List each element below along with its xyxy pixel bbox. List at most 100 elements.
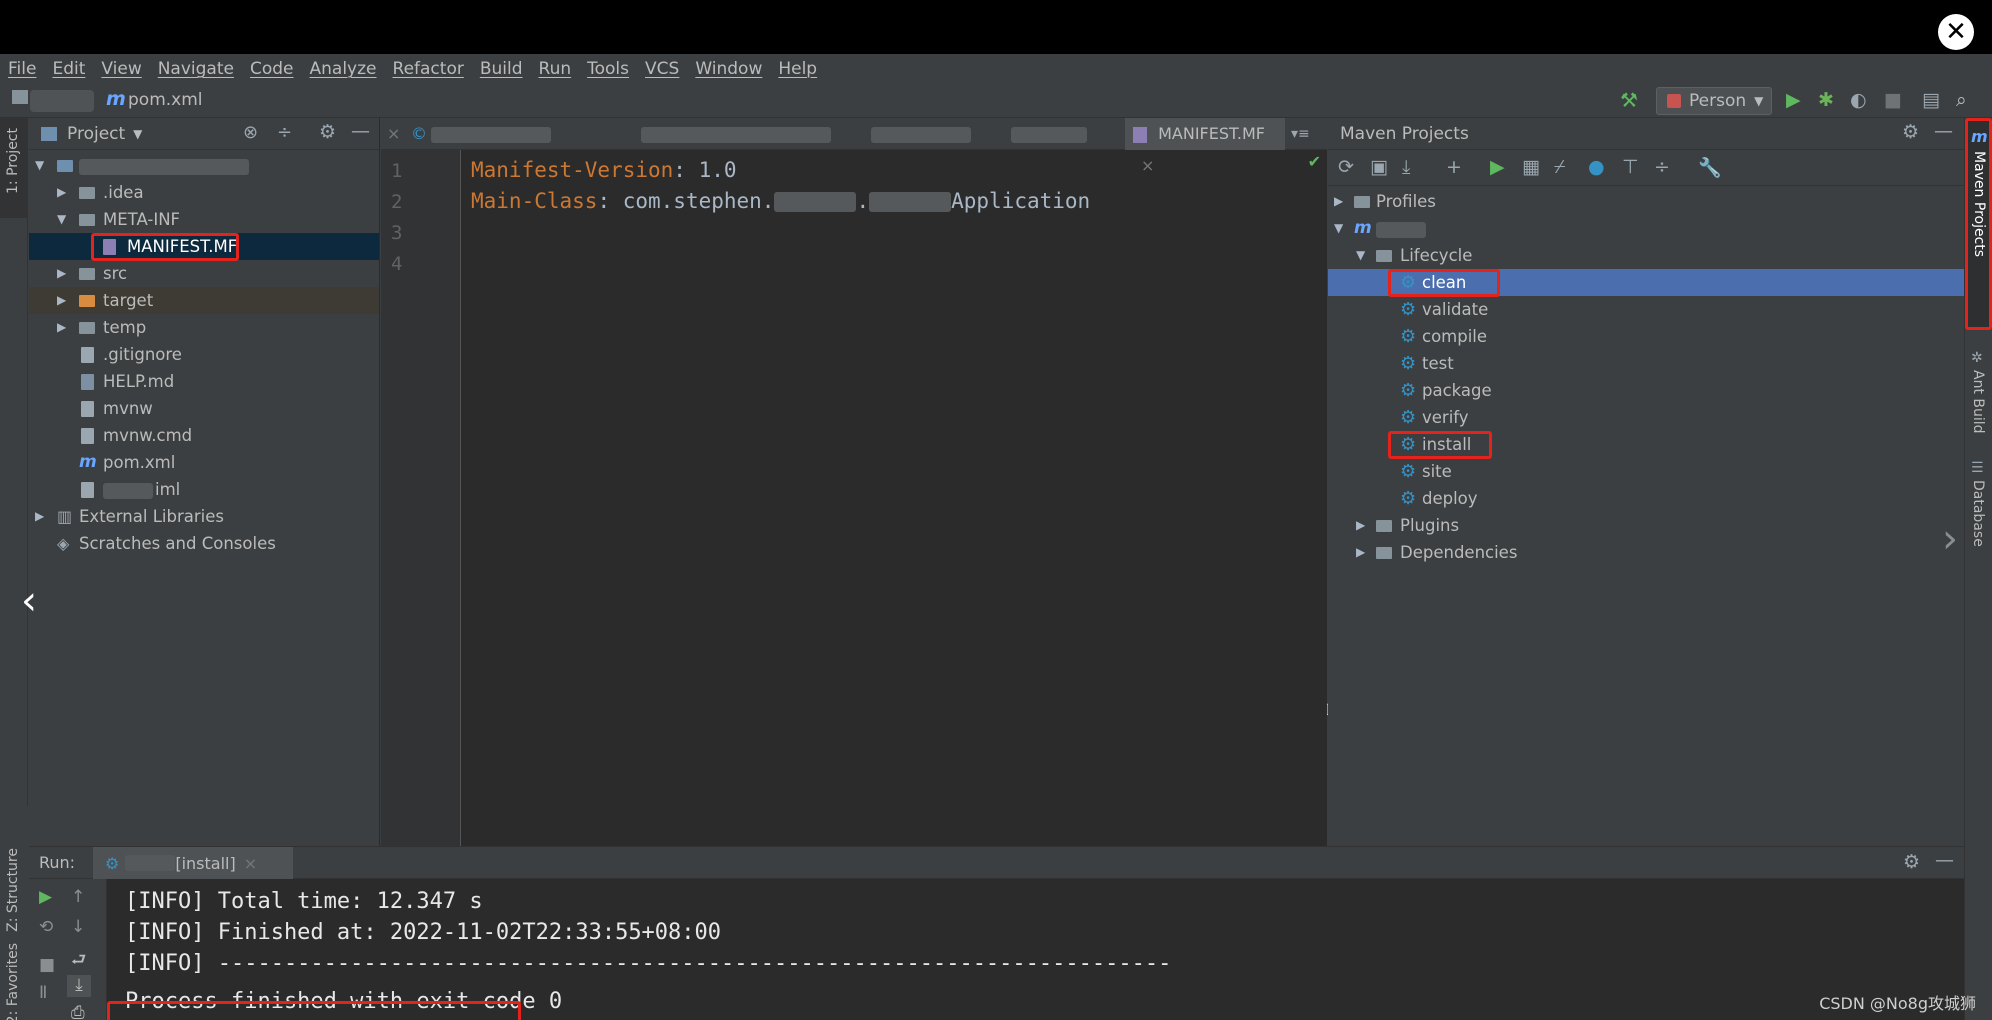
menu-run[interactable]: Run xyxy=(539,59,572,79)
stop-icon[interactable]: ■ xyxy=(1884,89,1902,111)
rerun-icon[interactable]: ▶ xyxy=(39,887,52,907)
tree-item-mvnw-cmd[interactable]: mvnw.cmd xyxy=(29,422,379,449)
code-line-1[interactable]: Manifest-Version: 1.0 xyxy=(471,158,737,182)
maven-projects-tool-tab[interactable]: m Maven Projects xyxy=(1965,118,1992,330)
maven-goal-site[interactable]: ⚙ site xyxy=(1328,458,1964,485)
maven-goal-compile[interactable]: ⚙ compile xyxy=(1328,323,1964,350)
coverage-icon[interactable]: ◐ xyxy=(1850,89,1867,111)
maven-goal-clean[interactable]: ⚙ clean xyxy=(1328,269,1964,297)
close-icon[interactable]: ✕ xyxy=(1938,14,1974,50)
tree-item-temp[interactable]: ▶ temp xyxy=(29,314,379,341)
maven-goal-deploy[interactable]: ⚙ deploy xyxy=(1328,485,1964,512)
run-configuration-select[interactable]: Person ▼ xyxy=(1656,87,1772,115)
tab-close-icon[interactable]: × xyxy=(387,118,400,150)
debug-icon[interactable]: ✱ xyxy=(1818,89,1834,111)
search-icon[interactable]: ⌕ xyxy=(1956,89,1967,111)
menu-navigate[interactable]: Navigate xyxy=(158,59,234,79)
scroll-to-end-icon[interactable]: ⤓ xyxy=(67,975,91,997)
tab-blurred[interactable] xyxy=(431,118,561,150)
add-project-icon[interactable]: ▣ xyxy=(1370,156,1388,178)
tree-item-external-libraries[interactable]: ▶ ▥ External Libraries xyxy=(29,503,379,530)
gear-icon[interactable]: ⚙ xyxy=(1903,851,1920,873)
tree-item-target[interactable]: ▶ target xyxy=(29,287,379,314)
chevron-down-icon[interactable]: ▼ xyxy=(133,127,142,141)
tree-item-src[interactable]: ▶ src xyxy=(29,260,379,287)
tab-blurred[interactable] xyxy=(871,118,981,150)
menu-build[interactable]: Build xyxy=(480,59,523,79)
breadcrumb-file[interactable]: pom.xml xyxy=(128,90,203,110)
maven-item-project[interactable]: ▼ m xyxy=(1328,215,1964,242)
menu-view[interactable]: View xyxy=(101,59,141,79)
code-line-2[interactable]: Main-Class: com.stephen.. Application xyxy=(471,189,1090,213)
wrench-icon[interactable]: 🔧 xyxy=(1698,156,1722,179)
pause-icon[interactable]: Ⅱ xyxy=(39,983,47,1003)
menu-file[interactable]: File xyxy=(8,59,36,79)
tree-item-idea[interactable]: ▶ .idea xyxy=(29,179,379,206)
menu-window[interactable]: Window xyxy=(695,59,762,79)
maven-item-lifecycle[interactable]: ▼ Lifecycle xyxy=(1328,242,1964,269)
run-tab-install[interactable]: ⚙ [install] × xyxy=(93,847,293,879)
tab-overflow-icon[interactable]: ▾≡ xyxy=(1291,118,1310,150)
tree-item-root[interactable]: ▼ xyxy=(29,152,379,179)
maven-item-profiles[interactable]: ▶ Profiles xyxy=(1328,188,1964,215)
collapse-all-icon[interactable]: ÷ xyxy=(1654,156,1670,178)
refresh-icon[interactable]: ⟳ xyxy=(1338,156,1354,178)
structure-tool-label[interactable]: Z: Structure xyxy=(5,848,21,932)
show-dependencies-icon[interactable]: ⊤ xyxy=(1622,156,1639,178)
down-arrow-icon[interactable]: ↓ xyxy=(71,917,85,937)
run-icon[interactable]: ▶ xyxy=(1786,89,1801,111)
skip-tests-icon[interactable]: ● xyxy=(1588,156,1605,178)
menu-analyze[interactable]: Analyze xyxy=(310,59,377,79)
tab-manifest[interactable]: MANIFEST.MF × xyxy=(1125,118,1285,175)
add-icon[interactable]: + xyxy=(1446,156,1462,178)
tree-item-pom[interactable]: m pom.xml xyxy=(29,449,379,476)
run-config-icon[interactable]: ▦ xyxy=(1522,156,1540,178)
project-panel-title[interactable]: Project xyxy=(67,124,125,144)
tree-item-gitignore[interactable]: .gitignore xyxy=(29,341,379,368)
tab-blurred[interactable] xyxy=(1011,118,1091,150)
project-structure-icon[interactable]: ▤ xyxy=(1922,89,1940,111)
project-tool-tab[interactable]: 1: Project xyxy=(0,118,28,218)
maven-goal-validate[interactable]: ⚙ validate xyxy=(1328,296,1964,323)
ant-build-tool-tab[interactable]: Ant Build xyxy=(1970,370,1986,434)
stop-icon[interactable]: ■ xyxy=(39,955,55,975)
download-icon[interactable]: ⤓ xyxy=(1402,156,1410,178)
close-icon[interactable]: × xyxy=(1141,156,1154,175)
maven-goal-install[interactable]: ⚙ install xyxy=(1328,431,1964,459)
toggle-offline-icon[interactable]: ⌿ xyxy=(1554,156,1565,178)
tree-item-mvnw[interactable]: mvnw xyxy=(29,395,379,422)
minimize-icon[interactable]: — xyxy=(1934,120,1953,142)
menu-tools[interactable]: Tools xyxy=(587,59,629,79)
maven-item-plugins[interactable]: ▶ Plugins xyxy=(1328,512,1964,539)
gear-icon[interactable]: ⚙ xyxy=(1902,121,1919,143)
rerun-failed-icon[interactable]: ⟲ xyxy=(39,917,53,937)
close-icon[interactable]: × xyxy=(244,854,257,873)
maven-item-dependencies[interactable]: ▶ Dependencies xyxy=(1328,539,1964,566)
tree-item-manifest[interactable]: MANIFEST.MF xyxy=(29,233,379,261)
tree-item-meta-inf[interactable]: ▼ META-INF xyxy=(29,206,379,233)
print-icon[interactable]: ⎙ xyxy=(71,1003,85,1020)
chevron-left-icon[interactable]: ‹ xyxy=(21,578,37,624)
tree-item-scratches[interactable]: ◈ Scratches and Consoles xyxy=(29,530,379,557)
database-tool-tab[interactable]: Database xyxy=(1970,480,1986,547)
collapse-icon[interactable]: ÷ xyxy=(277,122,292,143)
minimize-icon[interactable]: — xyxy=(351,120,370,142)
gear-icon[interactable]: ⚙ xyxy=(319,121,336,143)
build-hammer-icon[interactable]: ⚒ xyxy=(1620,88,1638,112)
menu-refactor[interactable]: Refactor xyxy=(393,59,464,79)
maven-goal-package[interactable]: ⚙ package xyxy=(1328,377,1964,404)
maven-goal-verify[interactable]: ⚙ verify xyxy=(1328,404,1964,431)
menu-vcs[interactable]: VCS xyxy=(645,59,679,79)
chevron-right-icon[interactable]: › xyxy=(1942,516,1958,562)
maven-goal-test[interactable]: ⚙ test xyxy=(1328,350,1964,377)
up-arrow-icon[interactable]: ↑ xyxy=(71,887,85,907)
minimize-icon[interactable]: — xyxy=(1935,849,1954,871)
menu-help[interactable]: Help xyxy=(778,59,817,79)
soft-wrap-icon[interactable]: ⮐ xyxy=(71,947,86,976)
tree-item-iml[interactable]: iml xyxy=(29,476,379,503)
tree-item-help-md[interactable]: HELP.md xyxy=(29,368,379,395)
tab-blurred[interactable] xyxy=(641,118,841,150)
menu-code[interactable]: Code xyxy=(250,59,294,79)
run-icon[interactable]: ▶ xyxy=(1490,156,1505,178)
favorites-tool-label[interactable]: 2: Favorites xyxy=(5,943,21,1020)
